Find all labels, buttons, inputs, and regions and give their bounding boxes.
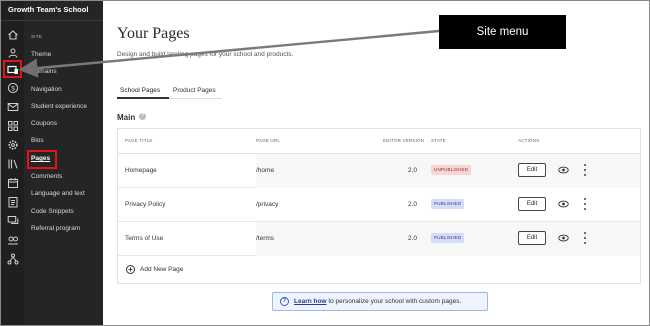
- sidebar-item-language-and-text[interactable]: Language and text: [31, 190, 85, 197]
- section-title: Main: [117, 113, 136, 122]
- status-badge: PUBLISHED: [431, 233, 465, 243]
- page-url-cell: /home: [256, 167, 275, 174]
- status-badge: UNPUBLISHED: [431, 165, 472, 175]
- editor-version-cell: 2.0: [408, 201, 418, 208]
- eye-icon[interactable]: [558, 200, 569, 208]
- table-row: Terms of Use /terms 2.0 PUBLISHED Edit: [118, 222, 640, 256]
- mail-icon[interactable]: [5, 100, 20, 114]
- page-url-cell: /terms: [256, 235, 275, 242]
- tab-product-pages[interactable]: Product Pages: [173, 87, 216, 94]
- page-title: Your Pages: [117, 25, 190, 42]
- users-icon[interactable]: [5, 46, 20, 60]
- eye-icon[interactable]: [558, 234, 569, 242]
- more-options-icon[interactable]: [583, 198, 587, 210]
- site-sidebar: Growth Team's School SITE Theme Domains …: [1, 1, 103, 325]
- col-page-url: PAGE URL: [256, 138, 281, 143]
- help-notice: ? Learn how to personalize your school wi…: [272, 292, 488, 311]
- grid-icon[interactable]: [5, 119, 20, 133]
- people-icon[interactable]: [5, 233, 20, 247]
- table-row: Privacy Policy /privacy 2.0 PUBLISHED Ed…: [118, 188, 640, 222]
- home-icon[interactable]: [5, 28, 20, 42]
- sidebar-item-domains[interactable]: Domains: [31, 68, 57, 75]
- divider: [1, 20, 103, 21]
- site-menu-callout: Site menu: [439, 15, 566, 49]
- page-title-cell: Terms of Use: [125, 235, 164, 242]
- svg-text:$: $: [11, 85, 15, 92]
- add-new-page-button[interactable]: + Add New Page: [118, 256, 640, 284]
- edit-button[interactable]: Edit: [518, 197, 546, 211]
- icon-rail: $: [1, 1, 24, 325]
- eye-icon[interactable]: [558, 166, 569, 174]
- plus-circle-icon: +: [126, 265, 135, 274]
- sidebar-item-theme[interactable]: Theme: [31, 51, 51, 58]
- edit-button[interactable]: Edit: [518, 231, 546, 245]
- editor-version-cell: 2.0: [408, 235, 418, 242]
- table-header: PAGE TITLE PAGE URL EDITOR VERSION STATE…: [118, 129, 640, 154]
- dollar-icon[interactable]: $: [5, 81, 20, 95]
- page-title-cell: Homepage: [125, 167, 157, 174]
- table-row: Homepage /home 2.0 UNPUBLISHED Edit: [118, 154, 640, 188]
- sidebar-item-student-experience[interactable]: Student experience: [31, 103, 87, 110]
- col-actions: ACTIONS: [518, 138, 540, 143]
- active-tab-indicator: [117, 97, 169, 99]
- library-icon[interactable]: [5, 157, 20, 171]
- sidebar-section-label: SITE: [31, 34, 43, 39]
- pages-table: PAGE TITLE PAGE URL EDITOR VERSION STATE…: [117, 128, 641, 284]
- sidebar-item-coupons[interactable]: Coupons: [31, 120, 57, 127]
- editor-version-cell: 2.0: [408, 167, 418, 174]
- help-icon: ?: [280, 297, 289, 306]
- learn-how-link[interactable]: Learn how: [294, 298, 327, 305]
- edit-button[interactable]: Edit: [518, 163, 546, 177]
- sidebar-item-navigation[interactable]: Navigation: [31, 86, 62, 93]
- tab-school-pages[interactable]: School Pages: [120, 87, 160, 94]
- col-state: STATE: [431, 138, 446, 143]
- main-content: Your Pages Design and build landing page…: [103, 1, 649, 325]
- clipboard-icon[interactable]: [5, 195, 20, 209]
- col-editor-version: EDITOR VERSION: [383, 138, 425, 143]
- sidebar-item-bios[interactable]: Bios: [31, 137, 44, 144]
- col-page-title: PAGE TITLE: [125, 138, 153, 143]
- help-notice-text: to personalize your school with custom p…: [326, 298, 462, 305]
- more-options-icon[interactable]: [583, 164, 587, 176]
- sidebar-item-referral-program[interactable]: Referral program: [31, 225, 80, 232]
- more-options-icon[interactable]: [583, 232, 587, 244]
- page-subtitle: Design and build landing pages for your …: [117, 51, 294, 58]
- status-badge: PUBLISHED: [431, 199, 465, 209]
- sidebar-item-comments[interactable]: Comments: [31, 173, 62, 180]
- add-new-page-label: Add New Page: [140, 266, 184, 273]
- pages-highlight: [27, 150, 57, 169]
- info-icon[interactable]: ?: [139, 113, 146, 120]
- calendar-icon[interactable]: [5, 176, 20, 190]
- gear-icon[interactable]: [5, 138, 20, 152]
- page-title-cell: Privacy Policy: [125, 201, 166, 208]
- chat-icon[interactable]: [5, 214, 20, 228]
- site-icon-highlight: [3, 60, 22, 78]
- sidebar-item-code-snippets[interactable]: Code Snippets: [31, 208, 74, 215]
- network-icon[interactable]: [5, 252, 20, 266]
- school-name[interactable]: Growth Team's School: [1, 2, 103, 18]
- page-url-cell: /privacy: [256, 201, 279, 208]
